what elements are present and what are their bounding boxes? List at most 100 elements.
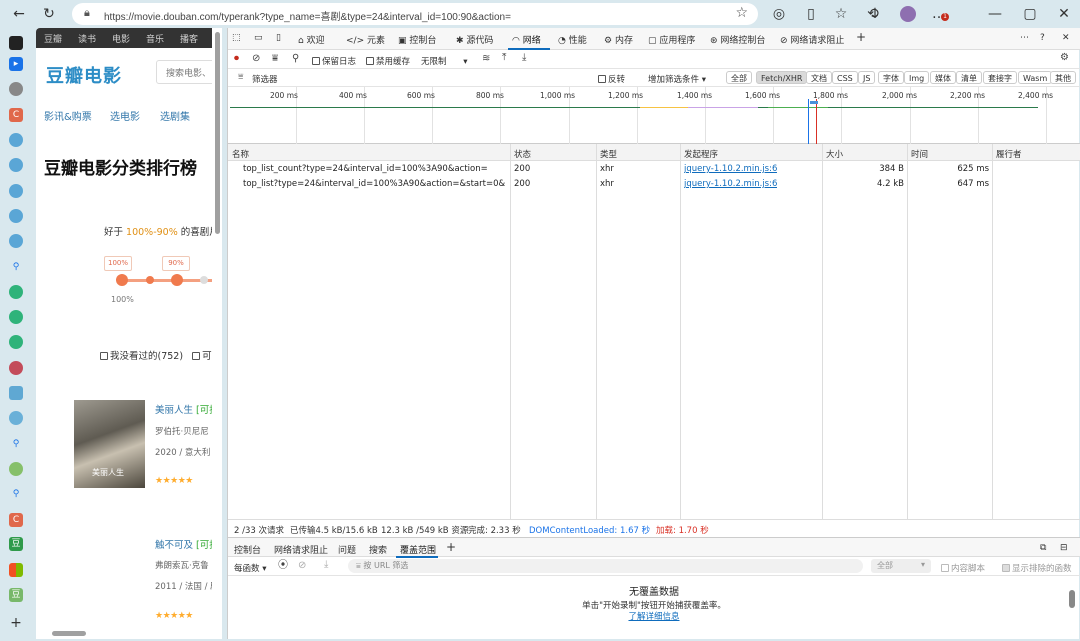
learn-more-link[interactable]: 了解详细信息 [228, 610, 1080, 622]
douban-tab-icon[interactable]: 豆 [9, 537, 23, 551]
download-icon[interactable]: ↓ [866, 5, 884, 23]
tab-icon[interactable] [9, 133, 23, 147]
column-header-time[interactable]: 时间 [911, 148, 928, 160]
collapse-drawer-icon[interactable]: ⊟ [1060, 543, 1068, 553]
show-excluded-checkbox[interactable]: 显示排除的函数 [1002, 562, 1072, 574]
nav-link[interactable]: 播客 [180, 32, 198, 45]
tab-performance[interactable]: ◔ 性能 [558, 33, 587, 46]
tab-actions-icon[interactable] [9, 36, 23, 50]
tab-icon[interactable]: C [9, 513, 23, 527]
sidebar-toggle-icon[interactable]: ▯ [276, 33, 281, 43]
checkbox[interactable] [192, 352, 201, 360]
tab-icon[interactable] [9, 285, 23, 299]
drawer-tab-search[interactable]: 搜索 [369, 543, 387, 556]
start-recording-icon[interactable]: ⦿ [278, 561, 288, 571]
network-conditions-icon[interactable]: ≋ [482, 54, 490, 64]
movie-title[interactable]: 触不可及 [可播 [155, 537, 219, 551]
filter-input[interactable]: 筛选器 [252, 73, 278, 85]
douban-logo[interactable]: 豆瓣电影 [46, 62, 122, 88]
drawer-scrollbar-thumb[interactable] [1069, 590, 1075, 608]
tab-icon[interactable] [9, 158, 23, 172]
request-initiator-link[interactable]: jquery-1.10.2.min.js:6 [684, 179, 777, 189]
split-screen-icon[interactable]: ▯ [802, 5, 820, 23]
address-bar[interactable]: 🔒︎ https://movie.douban.com/typerank?typ… [72, 3, 758, 25]
subnav-link[interactable]: 选电影 [110, 108, 140, 123]
content-scripts-checkbox[interactable]: 内容脚本 [941, 562, 985, 574]
nav-link[interactable]: 豆瓣 [44, 32, 62, 45]
tab-icon[interactable]: ▸ [9, 57, 23, 71]
tab-application[interactable]: ▢ 应用程序 [648, 33, 695, 46]
tab-memory[interactable]: ⚙ 内存 [604, 33, 633, 46]
add-tab-icon[interactable]: + [856, 30, 866, 44]
type-select[interactable]: 全部 ▾ [871, 559, 931, 573]
nav-link[interactable]: 音乐 [146, 32, 164, 45]
table-row[interactable]: top_list?type=24&interval_id=100%3A90&ac… [228, 177, 1080, 192]
request-name[interactable]: top_list_count?type=24&interval_id=100%3… [243, 164, 505, 174]
type-filter-media[interactable]: 媒体 [930, 71, 956, 84]
movie-title-text[interactable]: 触不可及 [155, 540, 193, 551]
invert-checkbox[interactable]: 反转 [598, 73, 625, 85]
maximize-icon[interactable]: ▢ [1021, 5, 1039, 23]
search-icon[interactable]: ⚲ [292, 54, 299, 64]
tab-icon[interactable] [9, 462, 23, 476]
disable-cache-checkbox[interactable]: 禁用缓存 [366, 55, 410, 67]
type-filter-socket[interactable]: 套接字 [983, 71, 1017, 84]
subnav-link[interactable]: 选剧集 [160, 108, 190, 123]
movie-title-text[interactable]: 美丽人生 [155, 405, 193, 416]
drawer-tab-network-blocking[interactable]: 网络请求阻止 [274, 543, 328, 556]
url-text[interactable]: https://movie.douban.com/typerank?type_n… [104, 8, 511, 23]
reload-icon[interactable]: ↻ [40, 5, 58, 23]
request-name[interactable]: top_list?type=24&interval_id=100%3A90&ac… [243, 179, 505, 189]
preserve-log-checkbox[interactable]: 保留日志 [312, 55, 356, 67]
tab-network-console[interactable]: ⊛ 网络控制台 [710, 33, 765, 46]
column-header-size[interactable]: 大小 [826, 148, 843, 160]
type-filter-doc[interactable]: 文档 [806, 71, 832, 84]
page-horizontal-scrollbar[interactable] [36, 627, 222, 639]
request-initiator-link[interactable]: jquery-1.10.2.min.js:6 [684, 164, 777, 174]
url-filter-input[interactable]: ⩸ 按 URL 筛选 [348, 559, 863, 573]
record-icon[interactable]: ⏺ [234, 54, 239, 64]
dock-icon[interactable]: ⧉ [1040, 543, 1046, 553]
drawer-tab-coverage[interactable]: 覆盖范围 [400, 543, 436, 556]
column-header-fulfilled-by[interactable]: 履行者 [996, 148, 1022, 160]
profile-avatar[interactable] [900, 6, 916, 22]
tab-welcome[interactable]: ⌂ 欢迎 [298, 33, 325, 46]
slider-handle-right[interactable] [171, 274, 183, 286]
search-tab-icon[interactable]: ⚲ [9, 437, 23, 451]
type-filter-font[interactable]: 字体 [878, 71, 904, 84]
movie-title[interactable]: 美丽人生 [可播 [155, 402, 219, 416]
import-icon[interactable]: ⤒ [502, 53, 506, 63]
type-filter-wasm[interactable]: Wasm [1018, 71, 1053, 84]
favorite-star-icon[interactable]: ☆ [735, 5, 748, 21]
page-vertical-scrollbar[interactable] [212, 28, 222, 639]
clear-icon[interactable]: ⊘ [252, 54, 260, 64]
type-filter-all[interactable]: 全部 [726, 71, 752, 84]
movie-poster[interactable]: 美丽人生 [74, 400, 145, 488]
column-header-name[interactable]: 名称 [232, 148, 249, 160]
network-overview-timeline[interactable]: 200 ms 400 ms 600 ms 800 ms 1,000 ms 1,2… [228, 87, 1080, 144]
type-filter-other[interactable]: 其他 [1050, 71, 1076, 84]
douban-tab-icon[interactable]: 豆 [9, 588, 23, 602]
nav-link[interactable]: 读书 [78, 32, 96, 45]
type-filter-manifest[interactable]: 清单 [956, 71, 982, 84]
minimize-icon[interactable]: — [986, 5, 1004, 23]
type-filter-fetch-xhr[interactable]: Fetch/XHR [756, 71, 808, 84]
tab-network[interactable]: ◠ 网络 [512, 33, 541, 46]
tab-console[interactable]: ▣ 控制台 [398, 33, 436, 46]
tab-icon[interactable] [9, 335, 23, 349]
inspect-icon[interactable]: ⬚ [232, 33, 241, 43]
scrollbar-thumb[interactable] [52, 631, 86, 636]
tab-icon[interactable]: C [9, 108, 23, 122]
unseen-checkbox[interactable]: 我没看过的(752) 可 [100, 348, 212, 362]
back-icon[interactable]: ← [10, 5, 28, 23]
more-options-icon[interactable]: ⋯ [1020, 33, 1029, 43]
tab-icon[interactable] [9, 386, 23, 400]
microsoft-tab-icon[interactable] [9, 563, 23, 577]
close-window-icon[interactable]: ✕ [1055, 5, 1073, 23]
close-devtools-icon[interactable]: ✕ [1062, 33, 1070, 43]
type-filter-js[interactable]: JS [858, 71, 876, 84]
tab-sources[interactable]: ✱ 源代码 [456, 33, 493, 46]
tab-icon[interactable] [9, 209, 23, 223]
tab-icon[interactable] [9, 234, 23, 248]
settings-gear-icon[interactable]: ⚙ [1060, 53, 1069, 63]
